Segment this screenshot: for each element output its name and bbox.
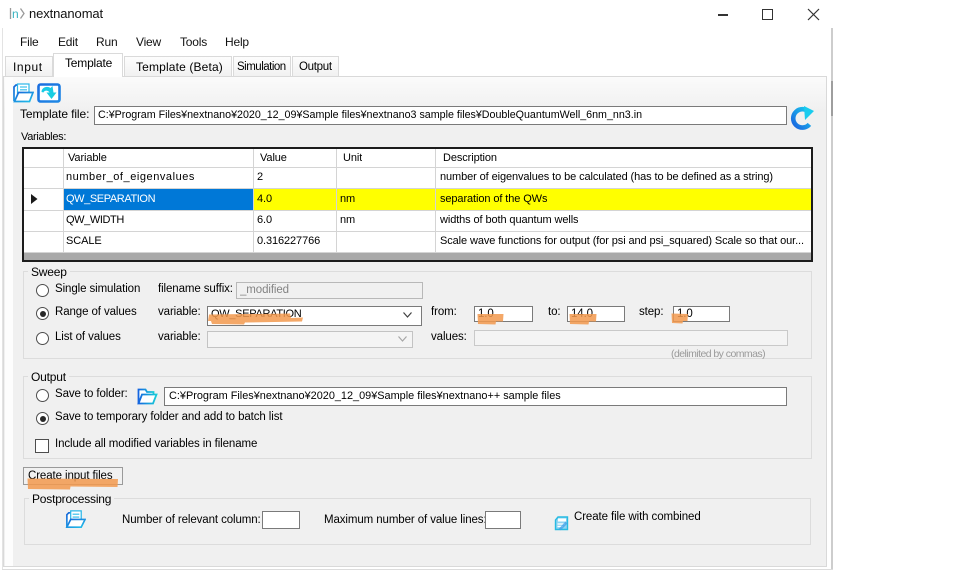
svg-text:n: n: [12, 7, 19, 20]
